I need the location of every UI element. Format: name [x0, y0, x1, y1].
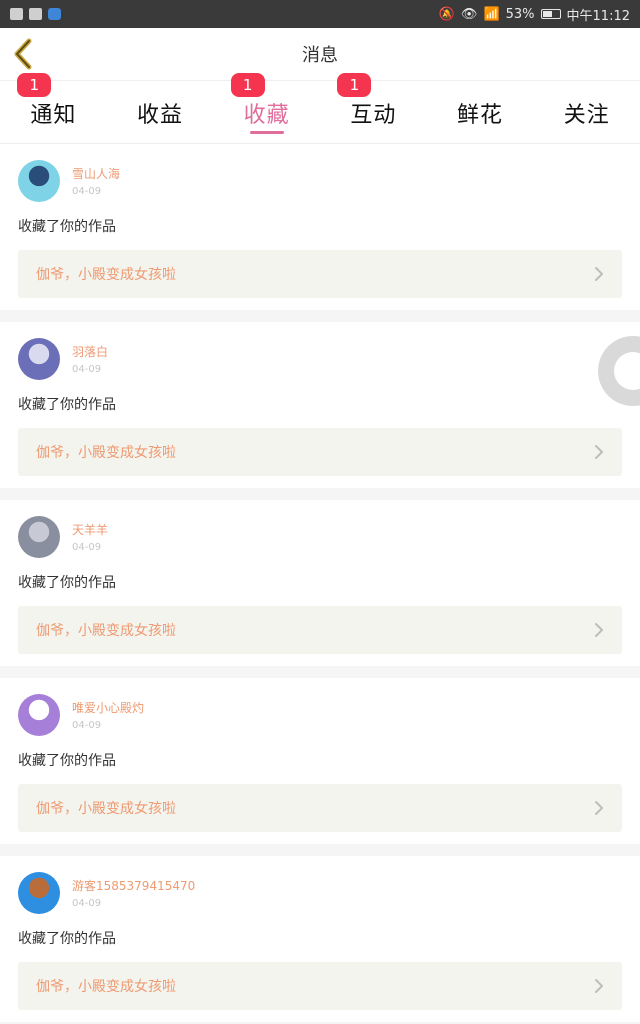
user-row: 游客1585379415470 04-09 — [18, 872, 622, 914]
unread-badge: 1 — [230, 73, 265, 97]
work-title: 伽爷，小殿变成女孩啦 — [36, 979, 176, 995]
action-text: 收藏了你的作品 — [18, 753, 116, 769]
user-meta: 雪山人海 04-09 — [72, 165, 120, 197]
tab-favorites[interactable]: 收藏 1 — [213, 73, 320, 143]
action-text: 收藏了你的作品 — [18, 219, 116, 235]
message-date: 04-09 — [72, 364, 102, 375]
tab-following[interactable]: 关注 — [533, 81, 640, 143]
tab-flowers[interactable]: 鲜花 — [427, 81, 534, 143]
user-meta: 羽落白 04-09 — [72, 343, 108, 375]
chevron-right-icon — [595, 801, 603, 815]
user-meta: 唯爱小心殿灼 04-09 — [72, 699, 144, 731]
message-card: 游客1585379415470 04-09 收藏了你的作品 伽爷，小殿变成女孩啦 — [0, 856, 640, 1022]
work-title: 伽爷，小殿变成女孩啦 — [36, 801, 176, 817]
action-text: 收藏了你的作品 — [18, 397, 116, 413]
chevron-right-icon — [595, 445, 603, 459]
tab-label: 收益 — [137, 103, 184, 128]
action-text: 收藏了你的作品 — [18, 575, 116, 591]
tab-label: 收藏 — [243, 103, 290, 128]
user-row: 天羊羊 04-09 — [18, 516, 622, 558]
chevron-right-icon — [595, 267, 603, 281]
battery-icon — [540, 9, 561, 19]
tab-label: 互动 — [350, 103, 397, 128]
unread-badge: 1 — [337, 73, 372, 97]
user-row: 唯爱小心殿灼 04-09 — [18, 694, 622, 736]
message-card: 唯爱小心殿灼 04-09 收藏了你的作品 伽爷，小殿变成女孩啦 — [0, 678, 640, 844]
work-title: 伽爷，小殿变成女孩啦 — [36, 445, 176, 461]
message-date: 04-09 — [72, 186, 102, 197]
username[interactable]: 雪山人海 — [72, 165, 120, 182]
battery-percent: 53% — [505, 6, 535, 22]
message-list: 雪山人海 04-09 收藏了你的作品 伽爷，小殿变成女孩啦 羽落白 04-09 … — [0, 144, 640, 1022]
chevron-right-icon — [595, 623, 603, 637]
username[interactable]: 唯爱小心殿灼 — [72, 699, 144, 716]
eye-icon: 👁 — [460, 6, 478, 22]
unread-badge: 1 — [17, 73, 52, 97]
message-card: 天羊羊 04-09 收藏了你的作品 伽爷，小殿变成女孩啦 — [0, 500, 640, 666]
user-row: 雪山人海 04-09 — [18, 160, 622, 202]
chevron-right-icon — [595, 979, 603, 993]
work-link[interactable]: 伽爷，小殿变成女孩啦 — [18, 784, 622, 832]
tab-label: 关注 — [563, 103, 610, 128]
tab-bar: 通知 1 收益 收藏 1 互动 1 鲜花 关注 — [0, 73, 640, 144]
message-date: 04-09 — [72, 720, 102, 731]
username[interactable]: 羽落白 — [72, 343, 108, 360]
page-title: 消息 — [302, 45, 338, 66]
mute-icon: 🔕 — [438, 6, 455, 22]
message-date: 04-09 — [72, 898, 102, 909]
tab-interactions[interactable]: 互动 1 — [320, 73, 427, 143]
tab-notice[interactable]: 通知 1 — [0, 73, 107, 143]
clock: 中午11:12 — [566, 8, 630, 24]
username[interactable]: 游客1585379415470 — [72, 877, 195, 894]
android-notification-icon — [29, 8, 42, 20]
android-notification-icon — [10, 8, 23, 20]
message-card: 羽落白 04-09 收藏了你的作品 伽爷，小殿变成女孩啦 — [0, 322, 640, 488]
work-link[interactable]: 伽爷，小殿变成女孩啦 — [18, 250, 622, 298]
action-text: 收藏了你的作品 — [18, 931, 116, 947]
message-card: 雪山人海 04-09 收藏了你的作品 伽爷，小殿变成女孩啦 — [0, 144, 640, 310]
avatar[interactable] — [18, 160, 60, 202]
wifi-icon: 📶 — [483, 6, 500, 22]
tab-label: 通知 — [30, 103, 77, 128]
user-meta: 天羊羊 04-09 — [72, 521, 108, 553]
status-bar-right: 🔕 👁 📶 53% 中午11:12 — [439, 5, 630, 24]
avatar[interactable] — [18, 516, 60, 558]
user-meta: 游客1585379415470 04-09 — [72, 877, 195, 909]
app-notification-icon — [48, 8, 61, 20]
status-bar: 🔕 👁 📶 53% 中午11:12 — [0, 0, 640, 28]
avatar[interactable] — [18, 338, 60, 380]
header: 消息 — [0, 28, 640, 81]
message-date: 04-09 — [72, 542, 102, 553]
work-title: 伽爷，小殿变成女孩啦 — [36, 623, 176, 639]
tab-label: 鲜花 — [457, 103, 504, 128]
avatar[interactable] — [18, 694, 60, 736]
work-link[interactable]: 伽爷，小殿变成女孩啦 — [18, 428, 622, 476]
work-title: 伽爷，小殿变成女孩啦 — [36, 267, 176, 283]
user-row: 羽落白 04-09 — [18, 338, 622, 380]
username[interactable]: 天羊羊 — [72, 521, 108, 538]
work-link[interactable]: 伽爷，小殿变成女孩啦 — [18, 962, 622, 1010]
work-link[interactable]: 伽爷，小殿变成女孩啦 — [18, 606, 622, 654]
chevron-left-icon[interactable] — [10, 38, 38, 70]
tab-earnings[interactable]: 收益 — [107, 81, 214, 143]
status-bar-left — [10, 8, 61, 20]
avatar[interactable] — [18, 872, 60, 914]
active-tab-indicator — [249, 131, 284, 134]
